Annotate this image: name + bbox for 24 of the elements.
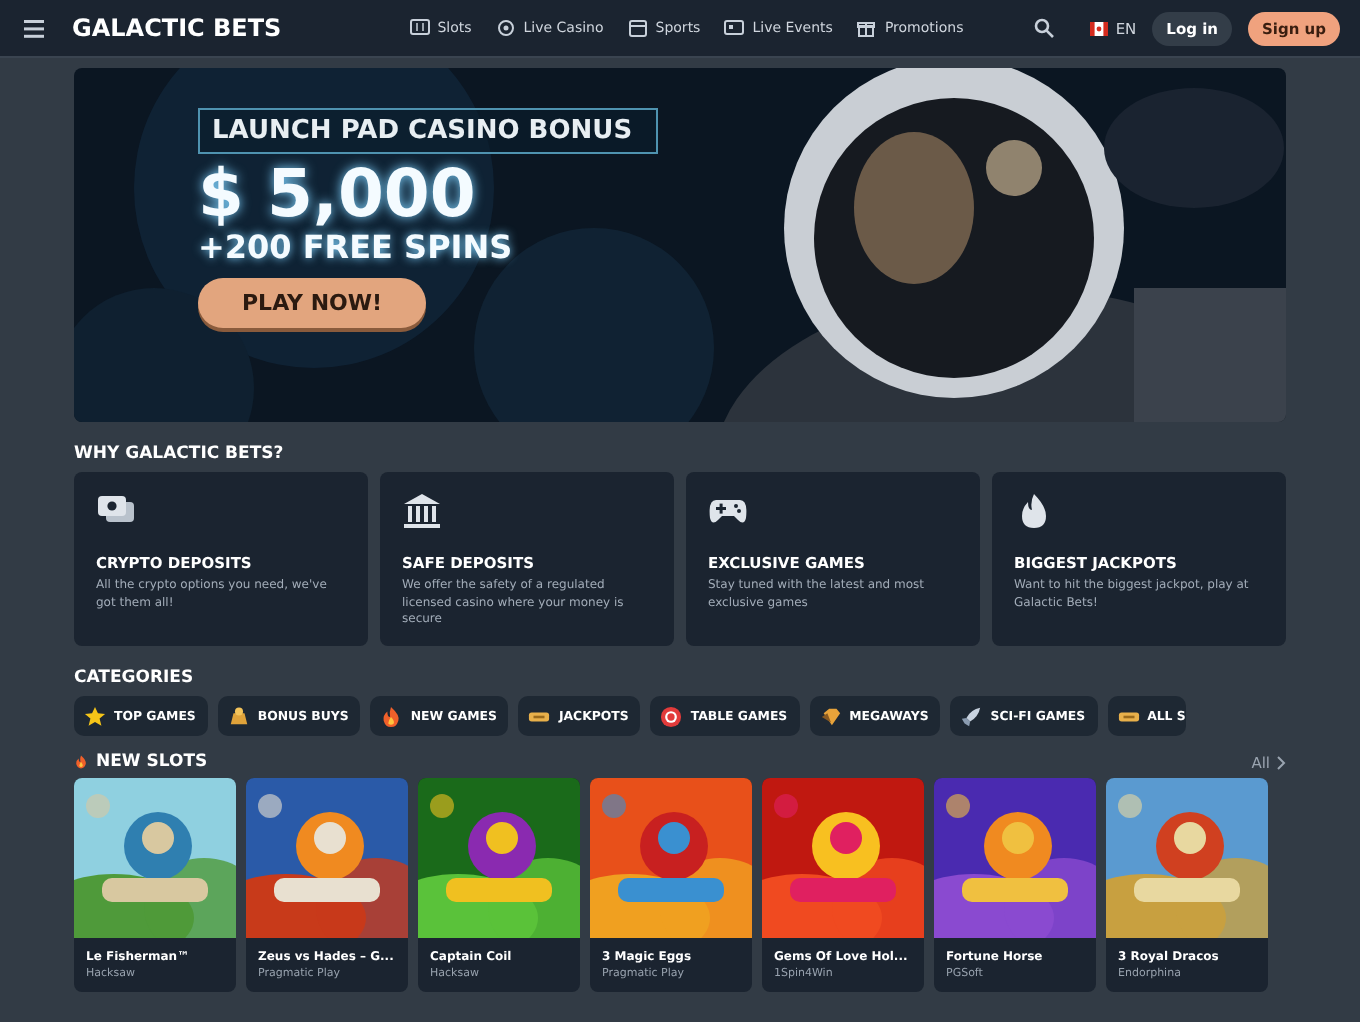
promo-label: LAUNCH PAD CASINO BONUS xyxy=(198,108,659,154)
search-icon[interactable] xyxy=(1033,18,1054,38)
slot-machine-icon xyxy=(409,18,430,38)
bonus-amount: $ 5,000 xyxy=(198,158,476,230)
menu-icon[interactable] xyxy=(24,19,44,37)
logo[interactable]: GALACTIC BETS xyxy=(72,14,282,42)
casino-chip-icon xyxy=(660,705,683,727)
screen-icon xyxy=(724,18,745,38)
section-title: CATEGORIES xyxy=(74,668,194,688)
fire-icon xyxy=(74,754,88,770)
star-icon xyxy=(84,705,106,727)
gift-icon xyxy=(856,18,877,38)
fire-icon xyxy=(380,705,403,727)
bonus-subtitle: +200 FREE SPINS xyxy=(198,230,513,266)
section-title: WHY GALACTIC BETS? xyxy=(74,444,284,464)
cash-icon xyxy=(96,492,136,528)
rocket-icon xyxy=(960,705,983,727)
chevron-right-icon xyxy=(1276,755,1286,769)
section-title: NEW SLOTS xyxy=(96,752,208,772)
calendar-icon xyxy=(627,18,648,38)
gem-icon xyxy=(819,705,842,727)
bank-icon xyxy=(402,492,442,528)
play-now-button[interactable]: PLAY NOW! xyxy=(198,278,427,328)
flag-icon xyxy=(1089,21,1108,35)
